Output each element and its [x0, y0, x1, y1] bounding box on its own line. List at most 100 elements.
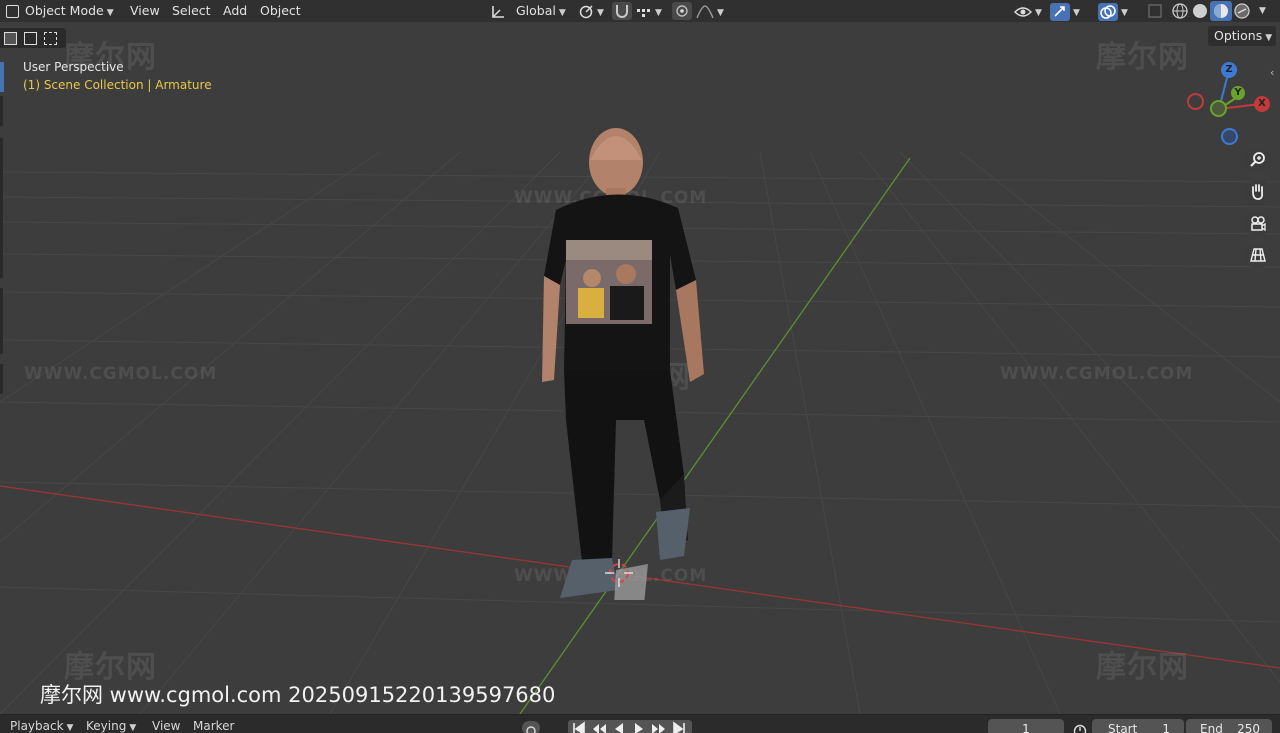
- chevron-down-icon: ▼: [597, 4, 604, 22]
- current-frame-field[interactable]: 1: [988, 719, 1064, 733]
- xray-icon: [1146, 2, 1164, 20]
- timeline-view-menu[interactable]: View: [152, 715, 180, 733]
- gizmo-toggle[interactable]: ▼: [1050, 2, 1080, 20]
- select-extend-icon[interactable]: [24, 32, 37, 45]
- shading-wireframe[interactable]: [1172, 3, 1188, 19]
- chevron-down-icon: ▼: [717, 4, 724, 22]
- visibility-dropdown[interactable]: ▼: [1014, 2, 1042, 20]
- perspective-toggle-button[interactable]: [1245, 242, 1271, 268]
- play-reverse-icon[interactable]: [610, 720, 628, 733]
- jump-start-icon[interactable]: [570, 720, 588, 733]
- snap-toggle[interactable]: [612, 2, 632, 20]
- options-label: Options: [1214, 28, 1262, 43]
- falloff-curve-icon: [696, 5, 714, 19]
- view-name: User Perspective: [23, 60, 124, 74]
- eye-icon: [1014, 5, 1032, 19]
- playback-controls: [568, 720, 692, 733]
- rendered-sphere-icon: [1234, 3, 1250, 19]
- jump-keyframe-forward-icon[interactable]: [650, 720, 668, 733]
- object-mode-icon: [6, 5, 19, 18]
- chevron-down-icon: ▼: [655, 4, 662, 22]
- snap-increment-icon: [636, 5, 652, 19]
- watermark-url: WWW.CGMOL.COM: [1000, 364, 1193, 384]
- select-new-icon[interactable]: [4, 32, 17, 45]
- gizmo-icon: [1050, 3, 1070, 21]
- timeline-header: Playback▼ Keying▼ View Marker 1 Start 1 …: [0, 714, 1280, 733]
- auto-keying-toggle[interactable]: [522, 721, 540, 733]
- preview-range-toggle[interactable]: [1070, 720, 1090, 733]
- overlays-toggle[interactable]: ▼: [1098, 2, 1128, 20]
- watermark-logo: 摩尔网: [1096, 32, 1189, 76]
- jump-end-icon[interactable]: [670, 720, 688, 733]
- character-model[interactable]: [520, 120, 720, 600]
- shading-solid[interactable]: [1192, 3, 1208, 19]
- orientation-label: Global: [516, 3, 556, 18]
- toolbar-edge[interactable]: [0, 364, 3, 394]
- material-sphere-icon: [1210, 1, 1232, 21]
- zoom-icon: [1249, 151, 1267, 169]
- menu-add[interactable]: Add: [223, 0, 247, 22]
- proportional-edit-toggle[interactable]: [672, 2, 692, 20]
- collection-info: (1) Scene Collection | Armature: [23, 78, 212, 92]
- end-value: 250: [1237, 719, 1260, 733]
- toolbar-edge[interactable]: [0, 96, 3, 126]
- toolbar-active-tool[interactable]: [0, 62, 4, 92]
- zoom-button[interactable]: [1245, 147, 1271, 173]
- menu-view[interactable]: View: [130, 0, 160, 22]
- navigation-gizmo[interactable]: Z Y X: [1184, 58, 1274, 148]
- proportional-falloff-dropdown[interactable]: ▼: [696, 2, 724, 20]
- magnet-icon: [612, 2, 632, 20]
- chevron-down-icon: ▼: [1035, 4, 1042, 22]
- marker-menu[interactable]: Marker: [193, 715, 234, 733]
- gizmo-z-ball[interactable]: Z: [1221, 62, 1237, 78]
- mode-selector[interactable]: Object Mode▼: [4, 2, 114, 20]
- wireframe-sphere-icon: [1172, 3, 1188, 19]
- transform-orientation-dropdown[interactable]: Global▼: [490, 2, 566, 20]
- stopwatch-icon: [1070, 721, 1090, 733]
- grid-perspective-icon: [1249, 246, 1267, 264]
- record-icon: [522, 722, 540, 733]
- chevron-down-icon: ▼: [107, 4, 114, 22]
- gizmo-neg-y-ball[interactable]: [1210, 100, 1227, 117]
- watermark-caption: 摩尔网 www.cgmol.com 20250915220139597680: [40, 679, 555, 709]
- pivot-icon: [578, 4, 594, 20]
- gizmo-neg-x-ball[interactable]: [1187, 93, 1204, 110]
- menu-select[interactable]: Select: [172, 0, 211, 22]
- toolbar-edge[interactable]: [0, 138, 3, 278]
- shading-rendered[interactable]: [1234, 3, 1250, 19]
- chevron-down-icon: ▼: [1265, 28, 1272, 48]
- gizmo-y-ball[interactable]: Y: [1231, 86, 1245, 100]
- hand-icon: [1249, 183, 1267, 201]
- start-frame-field[interactable]: Start 1: [1092, 719, 1184, 733]
- jump-keyframe-back-icon[interactable]: [590, 720, 608, 733]
- 3d-cursor-icon[interactable]: [605, 559, 633, 587]
- end-label: End: [1200, 719, 1223, 733]
- select-subtract-icon[interactable]: [44, 32, 57, 45]
- gizmo-x-ball[interactable]: X: [1254, 96, 1270, 112]
- mode-label: Object Mode: [25, 3, 104, 18]
- chevron-down-icon: ▼: [1073, 4, 1080, 22]
- pan-button[interactable]: [1245, 179, 1271, 205]
- start-label: Start: [1108, 719, 1137, 733]
- playback-menu[interactable]: Playback▼: [10, 715, 73, 733]
- gizmo-neg-z-ball[interactable]: [1221, 128, 1238, 145]
- tool-select-box[interactable]: [0, 28, 66, 48]
- play-icon[interactable]: [630, 720, 648, 733]
- menu-object[interactable]: Object: [260, 0, 301, 22]
- shading-material[interactable]: [1210, 1, 1232, 21]
- chevron-down-icon: ▼: [129, 717, 136, 733]
- chevron-down-icon: ▼: [67, 717, 74, 733]
- xray-toggle[interactable]: [1146, 2, 1164, 20]
- end-frame-field[interactable]: End 250: [1186, 719, 1272, 733]
- chevron-down-icon: ▼: [559, 4, 566, 22]
- solid-sphere-icon: [1192, 3, 1208, 19]
- keying-menu[interactable]: Keying▼: [86, 715, 136, 733]
- toolbar-edge[interactable]: [0, 288, 3, 354]
- 3d-viewport[interactable]: 摩尔网 摩尔网 摩尔网 摩尔网 摩尔网 WWW.CGMOL.COM WWW.CG…: [0, 22, 1280, 714]
- pivot-point-dropdown[interactable]: ▼: [578, 2, 604, 20]
- camera-view-button[interactable]: [1245, 211, 1271, 237]
- shading-options-chevron-icon[interactable]: ▼: [1259, 6, 1266, 16]
- options-dropdown[interactable]: Options▼: [1208, 26, 1276, 46]
- proportional-edit-icon: [672, 2, 692, 20]
- snap-target-dropdown[interactable]: ▼: [636, 2, 662, 20]
